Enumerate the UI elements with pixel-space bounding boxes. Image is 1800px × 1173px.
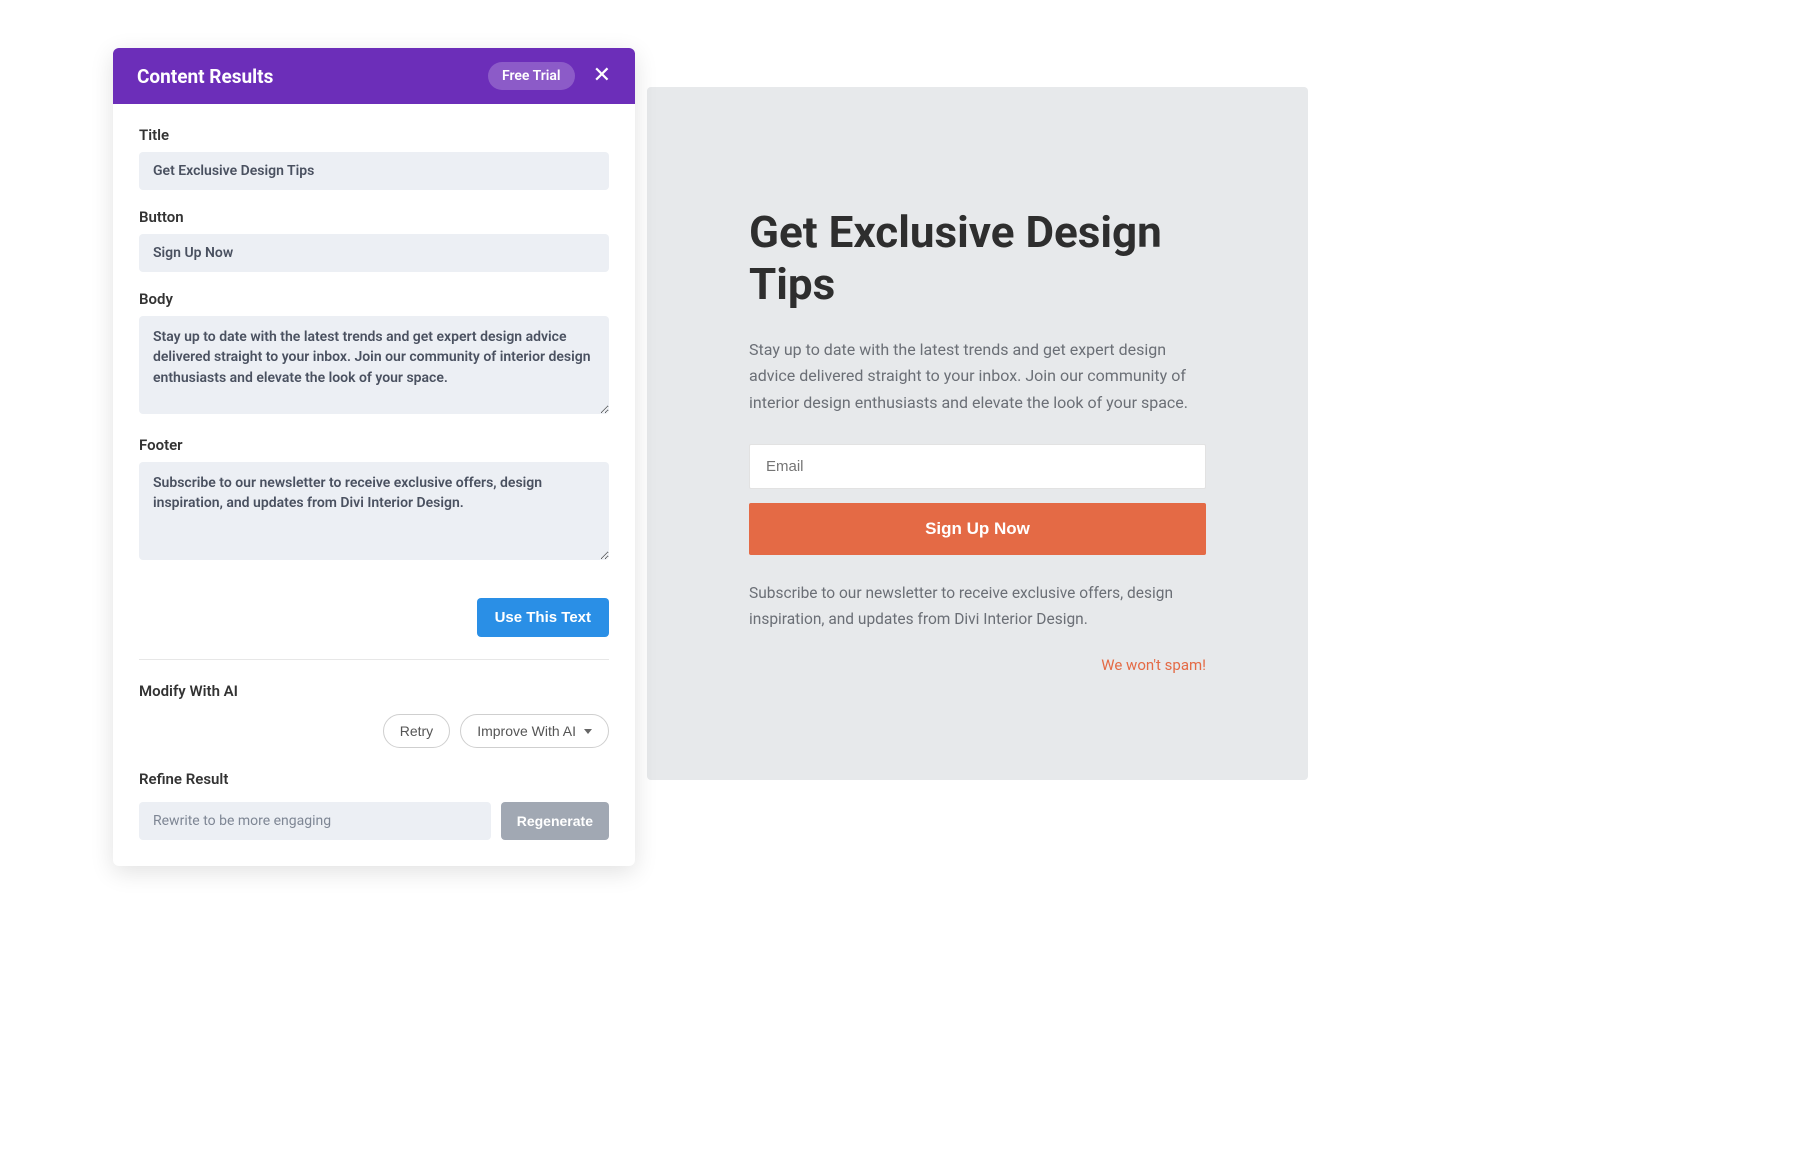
title-input[interactable] — [139, 152, 609, 190]
preview-footer-text: Subscribe to our newsletter to receive e… — [749, 581, 1206, 632]
panel-title: Content Results — [137, 65, 273, 88]
retry-button[interactable]: Retry — [383, 714, 450, 748]
button-label: Button — [139, 208, 609, 226]
body-textarea[interactable]: Stay up to date with the latest trends a… — [139, 316, 609, 414]
retry-button-label: Retry — [400, 723, 433, 739]
improve-with-ai-button[interactable]: Improve With AI — [460, 714, 609, 748]
content-results-panel: Content Results Free Trial ✕ Title Butto… — [113, 48, 635, 866]
modify-with-ai-label: Modify With AI — [139, 682, 609, 700]
preview-body-text: Stay up to date with the latest trends a… — [749, 337, 1206, 416]
signup-button[interactable]: Sign Up Now — [749, 503, 1206, 555]
preview-pane: Get Exclusive Design Tips Stay up to dat… — [647, 87, 1308, 780]
improve-button-label: Improve With AI — [477, 723, 576, 739]
refine-input[interactable] — [139, 802, 491, 840]
no-spam-text: We won't spam! — [749, 656, 1206, 674]
body-label: Body — [139, 290, 609, 308]
refine-result-label: Refine Result — [139, 770, 609, 788]
preview-title: Get Exclusive Design Tips — [749, 207, 1206, 311]
panel-header: Content Results Free Trial ✕ — [113, 48, 635, 104]
footer-label: Footer — [139, 436, 609, 454]
footer-textarea[interactable]: Subscribe to our newsletter to receive e… — [139, 462, 609, 560]
use-this-text-button[interactable]: Use This Text — [477, 598, 609, 637]
title-label: Title — [139, 126, 609, 144]
regenerate-button[interactable]: Regenerate — [501, 802, 609, 840]
email-field[interactable] — [749, 444, 1206, 489]
close-icon[interactable]: ✕ — [589, 63, 615, 89]
free-trial-badge[interactable]: Free Trial — [488, 62, 575, 90]
chevron-down-icon — [584, 729, 592, 734]
button-text-input[interactable] — [139, 234, 609, 272]
